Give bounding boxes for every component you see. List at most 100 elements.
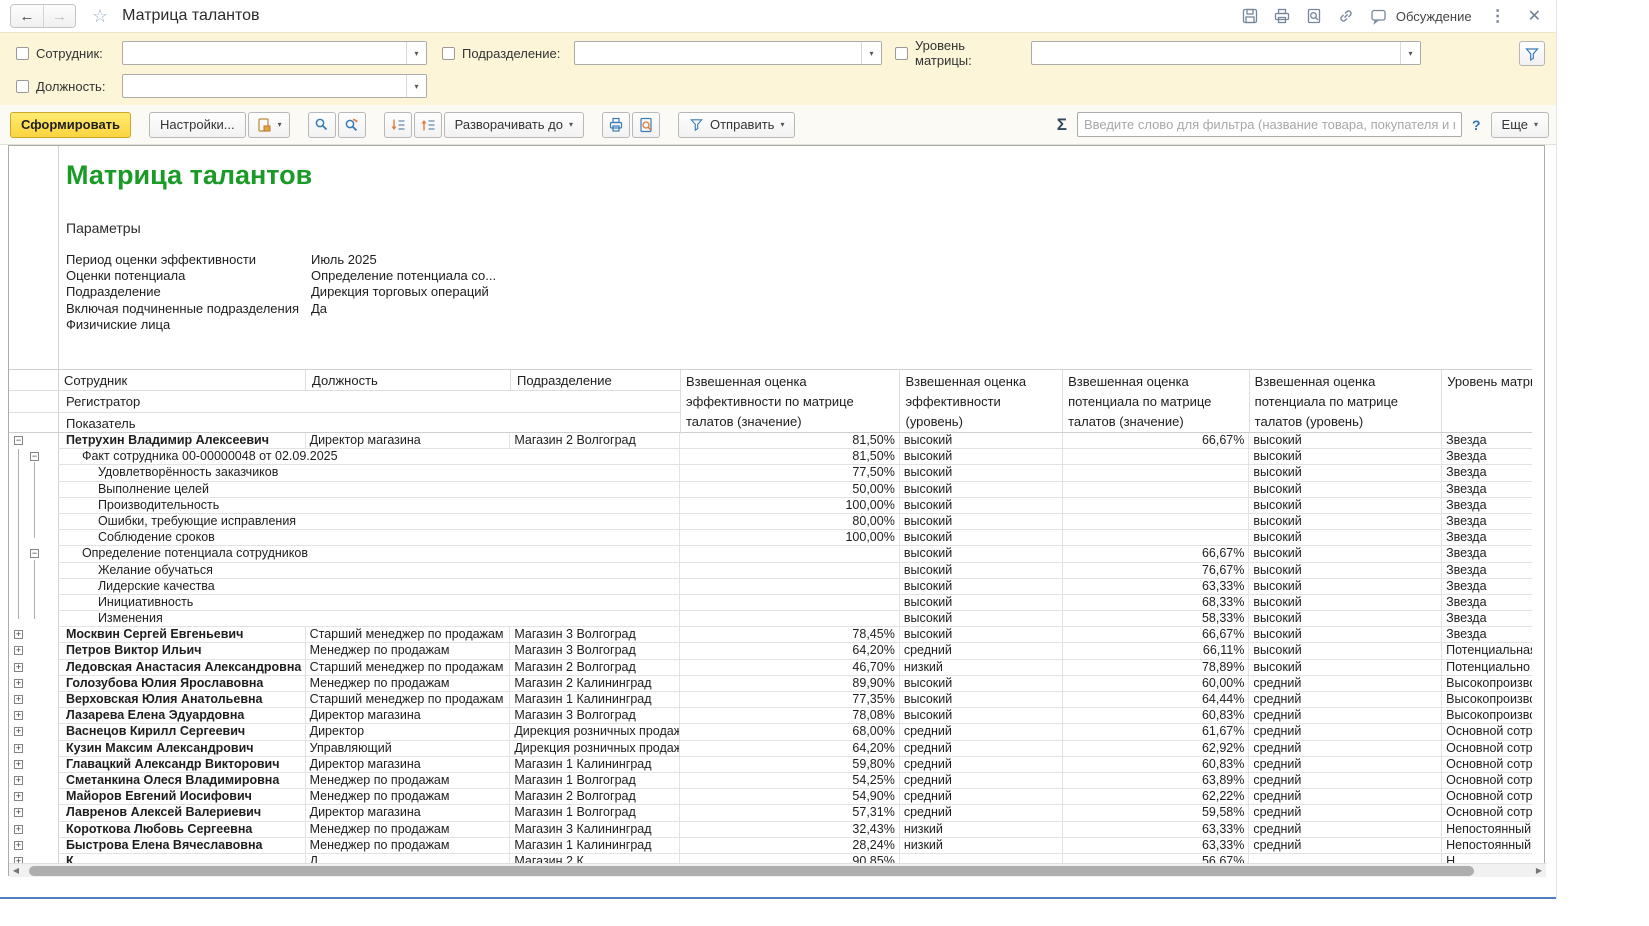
table-row[interactable]: +Верховская Юлия АнатольевнаСтарший мене… — [9, 692, 1532, 708]
employee-checkbox[interactable] — [16, 47, 29, 60]
chevron-down-icon[interactable]: ▾ — [861, 42, 881, 64]
cell-pot-value[interactable]: 61,67% — [1063, 724, 1250, 740]
cell-position[interactable]: Менеджер по продажам — [306, 838, 511, 854]
table-row[interactable]: +Петров Виктор ИльичМенеджер по продажам… — [9, 643, 1532, 659]
column-header-position[interactable]: Должность — [306, 370, 511, 390]
cell-employee[interactable]: Удовлетворённость заказчиков — [58, 465, 680, 481]
cell-eff-value[interactable]: 80,00% — [680, 514, 900, 530]
cell-pot-value[interactable]: 60,83% — [1063, 757, 1250, 773]
subheader-indicator[interactable]: Показатель — [58, 413, 681, 434]
scroll-right-icon[interactable]: ▶ — [1532, 864, 1546, 878]
cell-eff-value[interactable] — [680, 546, 900, 562]
print-preview-button[interactable] — [632, 112, 660, 138]
cell-eff-level[interactable]: средний — [900, 789, 1063, 805]
table-row[interactable]: Выполнение целей50,00%высокийвысокийЗвез… — [9, 482, 1532, 498]
column-header-pot-value[interactable]: Взвешенная оценка потенциала по матрице … — [1063, 370, 1250, 432]
expand-group-icon[interactable]: + — [14, 760, 23, 769]
cell-pot-level[interactable]: высокий — [1249, 611, 1442, 627]
cell-eff-value[interactable]: 59,80% — [680, 757, 900, 773]
cell-eff-value[interactable]: 100,00% — [680, 530, 900, 546]
cell-pot-value[interactable]: 63,89% — [1063, 773, 1250, 789]
cell-employee[interactable]: Желание обучаться — [58, 563, 680, 579]
cell-employee[interactable]: Сметанкина Олеся Владимировна — [58, 773, 306, 789]
cell-pot-level[interactable]: высокий — [1249, 498, 1442, 514]
matrix-level-combobox[interactable]: ▾ — [1031, 41, 1421, 65]
table-row[interactable]: Соблюдение сроков100,00%высокийвысокийЗв… — [9, 530, 1532, 546]
cell-pot-value[interactable]: 66,67% — [1063, 627, 1250, 643]
cell-matrix-level[interactable]: Высокопроизво — [1442, 676, 1532, 692]
cell-pot-level[interactable]: высокий — [1249, 595, 1442, 611]
cell-eff-value[interactable]: 100,00% — [680, 498, 900, 514]
filter-settings-button[interactable] — [1519, 41, 1545, 66]
horizontal-scrollbar[interactable]: ◀ ▶ — [9, 863, 1546, 877]
cell-eff-level[interactable]: низкий — [900, 660, 1063, 676]
cell-matrix-level[interactable]: Основной сотру — [1442, 789, 1532, 805]
table-row[interactable]: Производительность100,00%высокийвысокийЗ… — [9, 498, 1532, 514]
cell-pot-level[interactable]: высокий — [1249, 546, 1442, 562]
cell-matrix-level[interactable]: Звезда — [1442, 433, 1532, 449]
send-button[interactable]: Отправить▾ — [678, 112, 795, 138]
cell-pot-value[interactable] — [1063, 449, 1250, 465]
cell-employee[interactable]: Петрухин Владимир Алексеевич — [58, 433, 306, 449]
cell-eff-value[interactable]: 89,90% — [680, 676, 900, 692]
cell-matrix-level[interactable]: Звезда — [1442, 611, 1532, 627]
cell-eff-value[interactable]: 81,50% — [680, 433, 900, 449]
cell-pot-level[interactable]: средний — [1249, 692, 1442, 708]
cell-eff-value[interactable]: 46,70% — [680, 660, 900, 676]
cell-employee[interactable]: Васнецов Кирилл Сергеевич — [58, 724, 306, 740]
cell-pot-level[interactable]: средний — [1249, 676, 1442, 692]
cell-position[interactable]: Менеджер по продажам — [306, 789, 511, 805]
cell-department[interactable]: Магазин 2 Волгоград — [510, 433, 680, 449]
cell-position[interactable]: Менеджер по продажам — [306, 676, 511, 692]
cell-department[interactable]: Магазин 3 Калининград — [510, 822, 680, 838]
cell-eff-level[interactable]: средний — [900, 643, 1063, 659]
cell-eff-level[interactable]: средний — [900, 724, 1063, 740]
table-row[interactable]: +Майоров Евгений ИосифовичМенеджер по пр… — [9, 789, 1532, 805]
table-row[interactable]: +Главацкий Александр ВикторовичДиректор … — [9, 757, 1532, 773]
cell-matrix-level[interactable]: Непостоянный — [1442, 838, 1532, 854]
cell-department[interactable]: Магазин 3 Волгоград — [510, 708, 680, 724]
cell-eff-level[interactable]: низкий — [900, 822, 1063, 838]
cell-eff-value[interactable]: 57,31% — [680, 805, 900, 821]
cell-employee[interactable]: Изменения — [58, 611, 680, 627]
expand-group-icon[interactable]: + — [14, 792, 23, 801]
cell-department[interactable]: Дирекция розничных продаж — [510, 741, 680, 757]
department-input[interactable] — [575, 42, 861, 64]
table-row[interactable]: Удовлетворённость заказчиков77,50%высоки… — [9, 465, 1532, 481]
cell-department[interactable]: Дирекция розничных продаж — [510, 724, 680, 740]
cell-department[interactable]: Магазин 1 Калининград — [510, 757, 680, 773]
cell-matrix-level[interactable]: Потенциальная — [1442, 643, 1532, 659]
cell-pot-level[interactable]: средний — [1249, 838, 1442, 854]
cell-position[interactable]: Менеджер по продажам — [306, 773, 511, 789]
close-icon[interactable]: ✕ — [1524, 6, 1545, 26]
cell-eff-value[interactable]: 77,35% — [680, 692, 900, 708]
cell-eff-value[interactable]: 78,08% — [680, 708, 900, 724]
cell-pot-level[interactable]: высокий — [1249, 514, 1442, 530]
cell-department[interactable]: Магазин 1 Волгоград — [510, 805, 680, 821]
cell-department[interactable]: Магазин 3 Волгоград — [510, 643, 680, 659]
cell-employee[interactable]: Факт сотрудника 00-00000048 от 02.09.202… — [58, 449, 680, 465]
cell-matrix-level[interactable]: Звезда — [1442, 627, 1532, 643]
cell-pot-value[interactable]: 78,89% — [1063, 660, 1250, 676]
cell-eff-level[interactable]: средний — [900, 773, 1063, 789]
cell-matrix-level[interactable]: Звезда — [1442, 465, 1532, 481]
cell-pot-value[interactable]: 68,33% — [1063, 595, 1250, 611]
cell-eff-value[interactable]: 78,45% — [680, 627, 900, 643]
department-checkbox[interactable] — [442, 47, 455, 60]
cell-eff-level[interactable]: средний — [900, 757, 1063, 773]
column-header-department[interactable]: Подразделение — [511, 370, 681, 390]
table-row[interactable]: Изменениявысокий58,33%высокийЗвезда — [9, 611, 1532, 627]
save-icon[interactable] — [1241, 7, 1259, 25]
horizontal-scrollbar-thumb[interactable] — [29, 866, 1474, 876]
cell-pot-level[interactable]: высокий — [1249, 627, 1442, 643]
cell-eff-value[interactable]: 68,00% — [680, 724, 900, 740]
cell-position[interactable]: Менеджер по продажам — [306, 643, 511, 659]
cell-pot-value[interactable]: 58,33% — [1063, 611, 1250, 627]
cell-department[interactable]: Магазин 2 Калининград — [510, 676, 680, 692]
cell-employee[interactable]: Петров Виктор Ильич — [58, 643, 306, 659]
cell-matrix-level[interactable]: Звезда — [1442, 595, 1532, 611]
cell-eff-value[interactable]: 77,50% — [680, 465, 900, 481]
cell-employee[interactable]: Быстрова Елена Вячеславовна — [58, 838, 306, 854]
expand-group-icon[interactable]: + — [14, 744, 23, 753]
subheader-registrar[interactable]: Регистратор — [58, 391, 681, 411]
